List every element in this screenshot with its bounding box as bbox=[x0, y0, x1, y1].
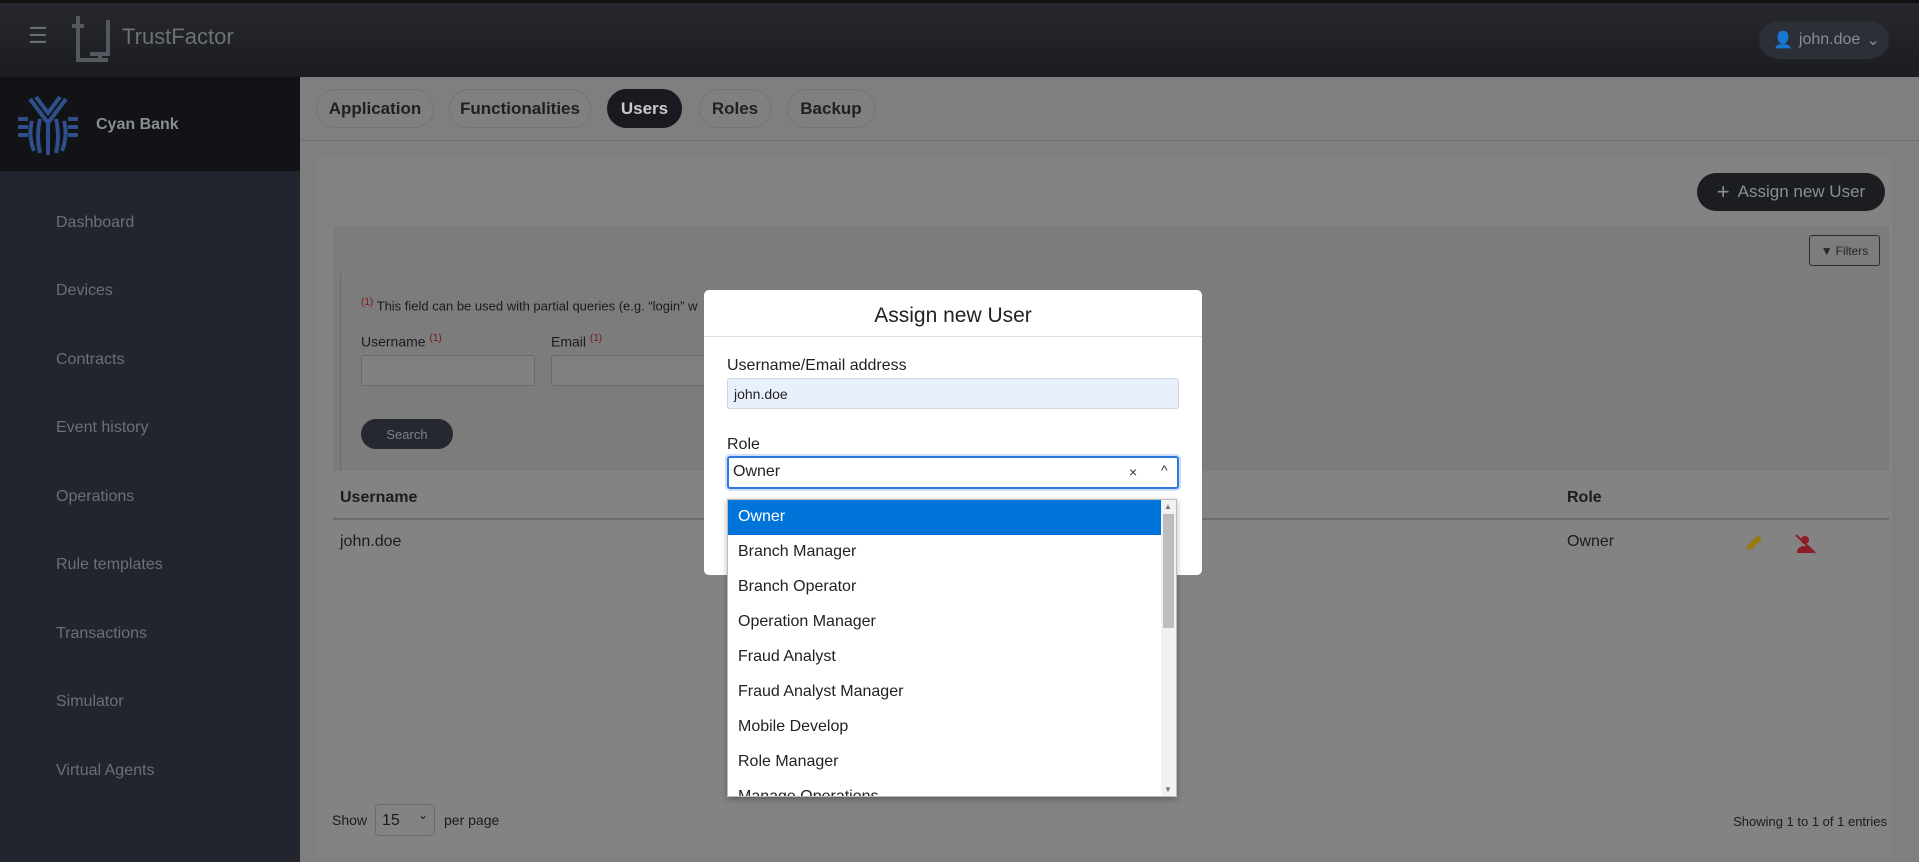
tab-users[interactable]: Users bbox=[607, 89, 682, 128]
scrollbar-thumb[interactable] bbox=[1163, 514, 1174, 628]
column-header-role[interactable]: Role bbox=[1567, 489, 1602, 507]
role-option-owner[interactable]: Owner bbox=[728, 500, 1162, 535]
trustfactor-logo bbox=[72, 16, 110, 62]
user-name: john.doe bbox=[1798, 31, 1861, 48]
chevron-down-icon: ⌄ bbox=[418, 808, 429, 822]
username-filter-label: Username (1) bbox=[361, 333, 442, 350]
filters-label: Filters bbox=[1835, 243, 1869, 258]
cell-role: Owner bbox=[1567, 533, 1615, 550]
per-page-label: per page bbox=[444, 812, 500, 828]
assign-new-user-button[interactable]: + Assign new User bbox=[1697, 173, 1885, 211]
sidebar-item-rule-templates[interactable]: Rule templates bbox=[56, 556, 163, 574]
clear-icon[interactable]: × bbox=[1129, 464, 1137, 480]
show-label: Show bbox=[332, 812, 368, 828]
hamburger-icon[interactable]: ☰ bbox=[28, 25, 48, 47]
sidebar-item-devices[interactable]: Devices bbox=[56, 282, 113, 300]
assign-button-label: Assign new User bbox=[1737, 182, 1866, 201]
sidebar-item-contracts[interactable]: Contracts bbox=[56, 351, 124, 369]
role-option-mobile-develop[interactable]: Mobile Develop bbox=[728, 710, 1162, 745]
username-email-label: Username/Email address bbox=[727, 357, 907, 374]
label-marker: (1) bbox=[429, 333, 442, 344]
chevron-down-icon: ⌄ bbox=[1866, 32, 1880, 49]
chevron-up-icon[interactable]: ^ bbox=[1161, 462, 1168, 478]
role-option-fraud-analyst[interactable]: Fraud Analyst bbox=[728, 640, 1162, 675]
filter-icon: ▼ bbox=[1820, 243, 1833, 258]
sidebar-item-simulator[interactable]: Simulator bbox=[56, 693, 124, 711]
note-text: This field can be used with partial quer… bbox=[376, 298, 698, 314]
email-filter-input[interactable] bbox=[551, 355, 711, 386]
app-name: TrustFactor bbox=[122, 24, 234, 49]
label-text: Email bbox=[551, 333, 587, 350]
remove-user-icon[interactable] bbox=[1794, 533, 1816, 555]
plus-icon: + bbox=[1716, 179, 1730, 204]
label-marker: (1) bbox=[589, 333, 603, 344]
scroll-down-icon[interactable]: ▼ bbox=[1164, 785, 1172, 794]
role-option-operation-manager[interactable]: Operation Manager bbox=[728, 605, 1162, 640]
note-marker: (1) bbox=[361, 297, 374, 308]
entries-count: Showing 1 to 1 of 1 entries bbox=[1733, 814, 1887, 829]
partial-query-note: (1) This field can be used with partial … bbox=[361, 297, 704, 313]
search-button[interactable]: Search bbox=[361, 419, 453, 449]
role-select[interactable]: Owner bbox=[727, 456, 1179, 489]
sidebar-item-event-history[interactable]: Event history bbox=[56, 419, 148, 437]
cyan-bank-logo bbox=[18, 95, 78, 155]
tab-application[interactable]: Application bbox=[316, 89, 434, 128]
tab-functionalities[interactable]: Functionalities bbox=[449, 89, 591, 128]
username-email-input[interactable]: john.doe bbox=[727, 378, 1179, 409]
divider bbox=[300, 140, 1919, 141]
email-filter-label: Email (1) bbox=[551, 333, 602, 350]
divider bbox=[704, 336, 1202, 337]
modal-title: Assign new User bbox=[874, 304, 1032, 327]
cell-username: john.doe bbox=[340, 533, 402, 550]
divider bbox=[340, 274, 341, 470]
dropdown-scrollbar[interactable]: ▲ ▼ bbox=[1161, 500, 1176, 796]
tab-roles[interactable]: Roles bbox=[699, 89, 771, 128]
column-header-username[interactable]: Username bbox=[340, 489, 417, 507]
sidebar-item-dashboard[interactable]: Dashboard bbox=[56, 214, 134, 232]
filters-button[interactable]: ▼ Filters bbox=[1809, 235, 1880, 266]
role-option-fraud-analyst-manager[interactable]: Fraud Analyst Manager bbox=[728, 675, 1162, 710]
sidebar bbox=[0, 171, 300, 862]
edit-pencil-icon[interactable] bbox=[1744, 533, 1764, 553]
role-label: Role bbox=[727, 436, 760, 453]
role-option-branch-manager[interactable]: Branch Manager bbox=[728, 535, 1162, 570]
sidebar-item-operations[interactable]: Operations bbox=[56, 488, 134, 506]
sidebar-item-transactions[interactable]: Transactions bbox=[56, 625, 147, 643]
scroll-up-icon[interactable]: ▲ bbox=[1164, 502, 1172, 511]
role-option-branch-operator[interactable]: Branch Operator bbox=[728, 570, 1162, 605]
role-option-manage-operations[interactable]: Manage Operations bbox=[728, 780, 1162, 796]
label-text: Username bbox=[361, 333, 426, 350]
org-name: Cyan Bank bbox=[96, 116, 179, 133]
username-filter-input[interactable] bbox=[361, 355, 535, 386]
role-option-role-manager[interactable]: Role Manager bbox=[728, 745, 1162, 780]
role-dropdown-list: Owner Branch Manager Branch Operator Ope… bbox=[727, 499, 1177, 797]
user-menu[interactable]: 👤 john.doe ⌄ bbox=[1759, 21, 1889, 59]
sidebar-item-virtual-agents[interactable]: Virtual Agents bbox=[56, 762, 154, 780]
user-icon: 👤 bbox=[1773, 32, 1793, 49]
top-header bbox=[0, 0, 1919, 77]
tab-backup[interactable]: Backup bbox=[787, 89, 875, 128]
